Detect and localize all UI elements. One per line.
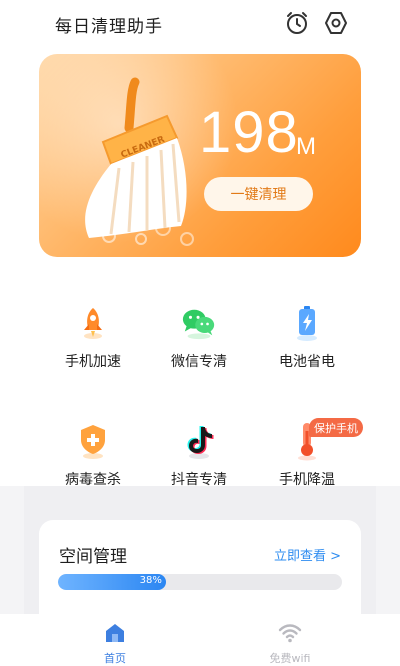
wifi-icon <box>278 624 302 643</box>
view-now-link[interactable]: 立即查看 > <box>274 545 341 564</box>
nav-home[interactable]: 首页 <box>65 614 165 666</box>
nav-wifi-label: 免费wifi <box>269 652 311 665</box>
tool-label: 电池省电 <box>279 354 335 370</box>
bottom-navigation: 首页 免费wifi <box>0 614 400 666</box>
app-title: 每日清理助手 <box>55 17 163 37</box>
storage-progress-fill: 38% <box>58 574 166 590</box>
junk-size-value: 198 <box>199 100 299 165</box>
home-icon <box>106 624 124 642</box>
shield-icon <box>75 423 111 459</box>
rocket-icon <box>75 305 111 341</box>
tool-label: 微信专清 <box>171 354 227 370</box>
battery-icon <box>289 305 325 341</box>
tool-label: 手机加速 <box>65 354 121 370</box>
tool-phone-boost[interactable]: 手机加速 <box>43 305 143 385</box>
junk-size-unit: M <box>296 133 316 160</box>
settings-icon[interactable] <box>322 9 350 37</box>
storage-title: 空间管理 <box>59 547 127 567</box>
storage-percent-label: 38% <box>139 575 162 586</box>
tool-battery-saver[interactable]: 电池省电 <box>257 305 357 385</box>
nav-home-label: 首页 <box>104 652 126 665</box>
tiktok-icon <box>181 423 217 459</box>
junk-summary-card: CLEANER 198 M 一键清理 <box>39 54 361 257</box>
broom-illustration: CLEANER <box>85 77 194 246</box>
nav-free-wifi[interactable]: 免费wifi <box>240 614 340 666</box>
tool-wechat-clean[interactable]: 微信专清 <box>149 305 249 385</box>
alarm-clock-icon[interactable] <box>283 9 311 37</box>
one-tap-clean-button[interactable]: 一键清理 <box>204 177 313 211</box>
storage-progress-bar: 38% <box>58 574 342 590</box>
top-bar: 每日清理助手 <box>0 0 400 46</box>
wechat-icon <box>181 305 217 341</box>
cooling-promo-badge: 保护手机 <box>309 418 363 437</box>
